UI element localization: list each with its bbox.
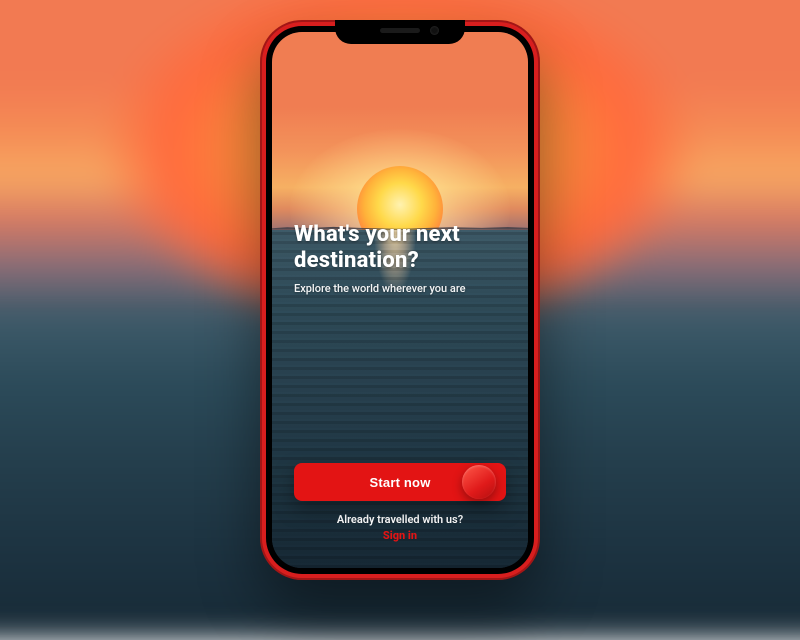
hero-title-line2: destination? xyxy=(294,248,506,274)
hero-subtitle: Explore the world wherever you are xyxy=(294,282,506,295)
start-now-label: Start now xyxy=(369,475,430,490)
hero-title: What's your next destination? xyxy=(294,222,506,274)
sign-in-link[interactable]: Sign in xyxy=(337,529,463,542)
speaker-icon xyxy=(380,28,420,33)
signin-row: Already travelled with us? Sign in xyxy=(337,513,463,542)
hero-title-line1: What's your next xyxy=(294,222,460,247)
hero: What's your next destination? Explore th… xyxy=(272,222,528,295)
camera-icon xyxy=(430,26,439,35)
onboarding-content: What's your next destination? Explore th… xyxy=(272,32,528,568)
phone-screen: What's your next destination? Explore th… xyxy=(272,32,528,568)
signin-prompt: Already travelled with us? xyxy=(337,513,463,526)
cta-zone: Start now Already travelled with us? Sig… xyxy=(272,463,528,568)
phone-notch xyxy=(335,20,465,44)
slider-knob-icon[interactable] xyxy=(462,465,496,499)
phone-mockup: What's your next destination? Explore th… xyxy=(260,20,540,580)
start-now-button[interactable]: Start now xyxy=(294,463,506,501)
